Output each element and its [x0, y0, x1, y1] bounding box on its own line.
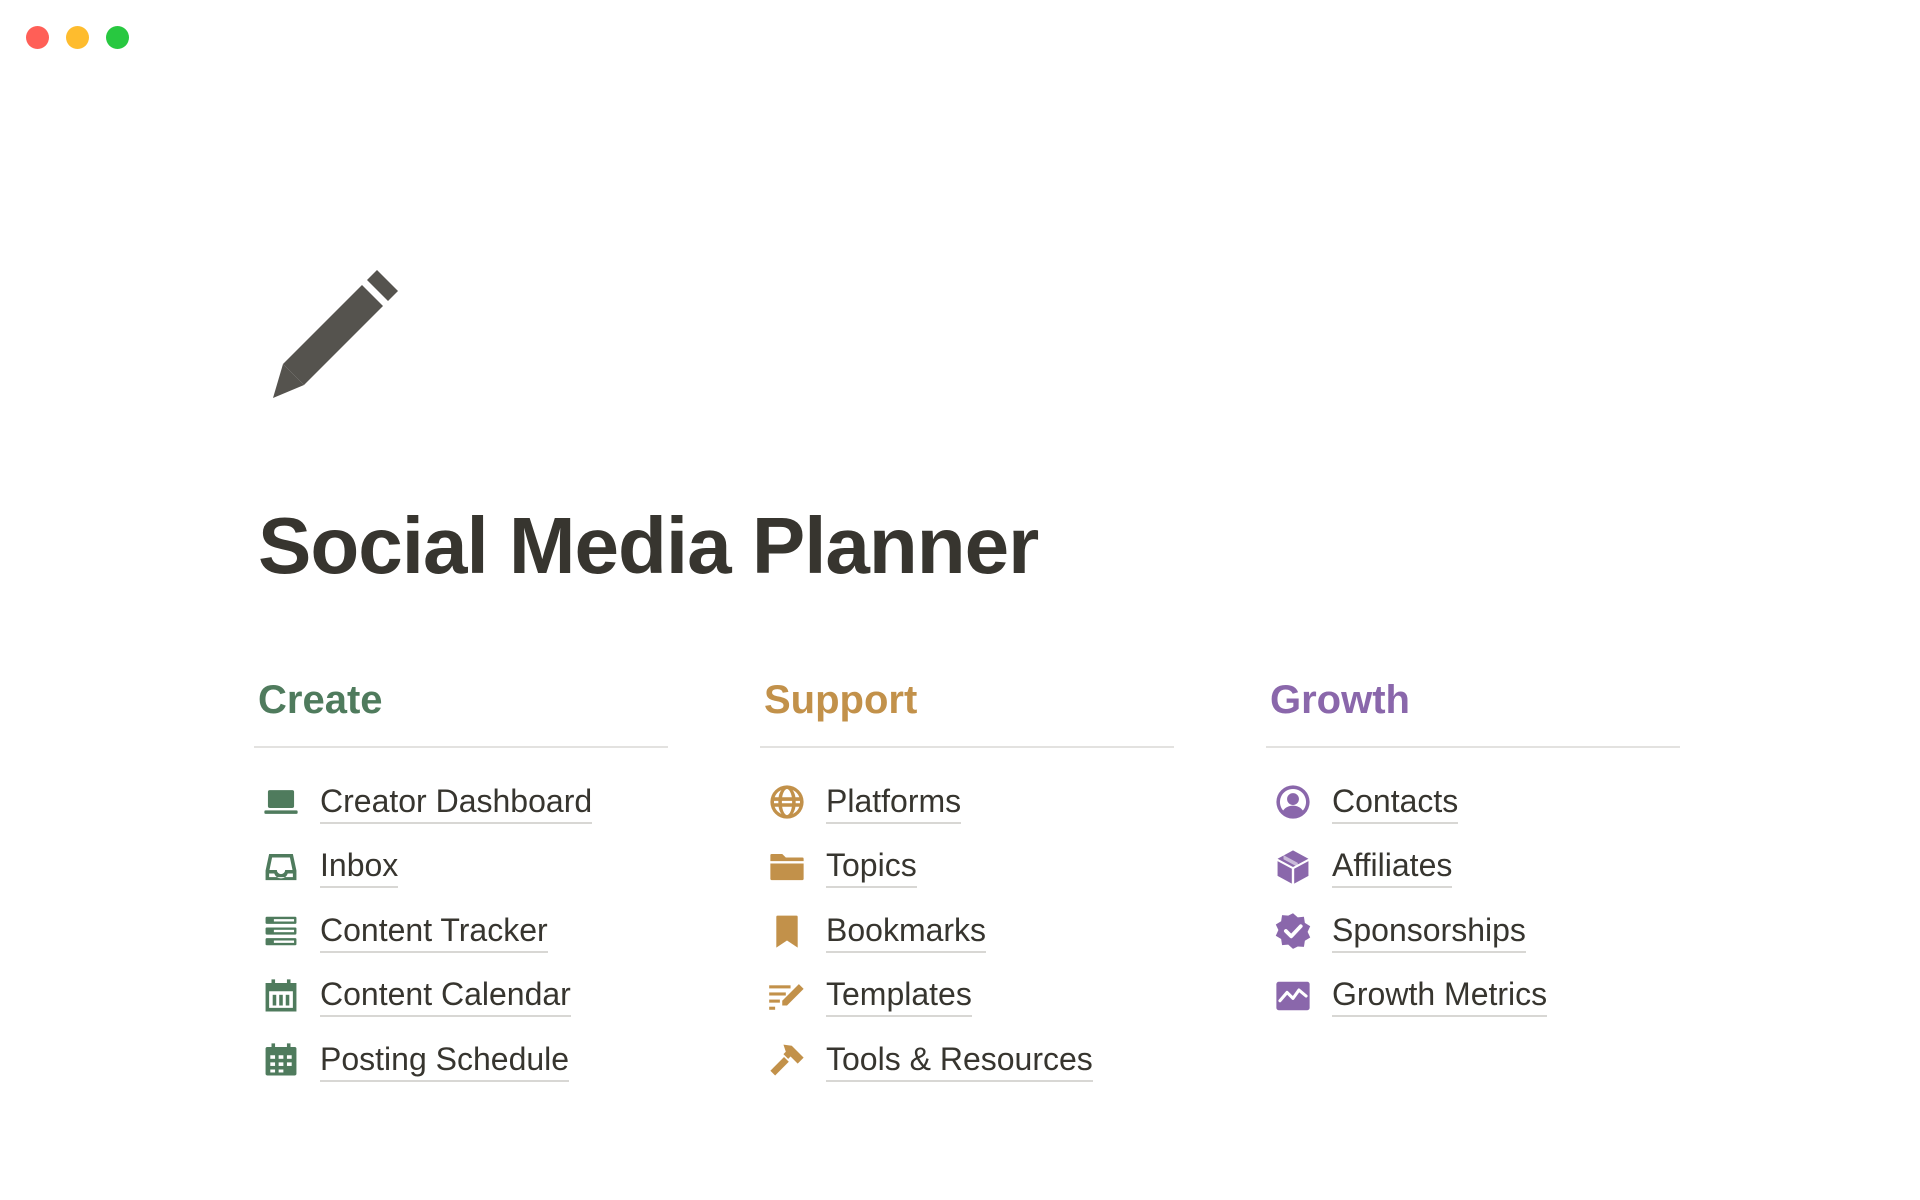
box-icon	[1274, 848, 1312, 886]
minimize-window-button[interactable]	[66, 26, 89, 49]
database-icon	[262, 912, 300, 950]
link-label: Topics	[826, 845, 917, 889]
link-label: Posting Schedule	[320, 1039, 570, 1082]
link-label: Growth Metrics	[1332, 974, 1548, 1018]
link-templates[interactable]: Templates	[760, 964, 1174, 1029]
column-support: Support Platforms Topics Bookmarks Templ…	[760, 672, 1174, 1093]
close-window-button[interactable]	[26, 26, 49, 49]
link-platforms[interactable]: Platforms	[760, 770, 1174, 835]
column-growth: Growth Contacts Affiliates Sponsorships …	[1266, 672, 1680, 1093]
hammer-icon	[768, 1041, 806, 1079]
inbox-icon	[262, 848, 300, 886]
column-heading-growth: Growth	[1270, 678, 1410, 722]
link-label: Content Tracker	[320, 910, 548, 953]
divider	[1266, 746, 1680, 748]
bookmark-icon	[768, 912, 806, 950]
link-topics[interactable]: Topics	[760, 835, 1174, 900]
link-label: Contacts	[1332, 781, 1459, 824]
calendar-grid-icon	[262, 1041, 300, 1079]
link-affiliates[interactable]: Affiliates	[1266, 835, 1680, 900]
pencil-icon[interactable]	[270, 270, 410, 410]
link-label: Creator Dashboard	[320, 781, 593, 824]
folder-icon	[768, 848, 806, 886]
link-list: Creator Dashboard Inbox Content Tracker	[254, 770, 668, 1093]
divider	[760, 746, 1174, 748]
link-bookmarks[interactable]: Bookmarks	[760, 899, 1174, 964]
calendar-icon	[262, 977, 300, 1015]
window-controls	[26, 26, 129, 49]
column-heading-support: Support	[764, 678, 918, 722]
link-columns: Create Creator Dashboard Inbox Content T…	[254, 672, 1680, 1093]
link-label: Bookmarks	[826, 910, 987, 953]
link-creator-dashboard[interactable]: Creator Dashboard	[254, 770, 668, 835]
column-heading-create: Create	[258, 678, 383, 722]
link-growth-metrics[interactable]: Growth Metrics	[1266, 964, 1680, 1029]
link-label: Affiliates	[1332, 845, 1453, 889]
link-posting-schedule[interactable]: Posting Schedule	[254, 1028, 668, 1093]
link-contacts[interactable]: Contacts	[1266, 770, 1680, 835]
list-edit-icon	[768, 977, 806, 1015]
zoom-window-button[interactable]	[106, 26, 129, 49]
divider	[254, 746, 668, 748]
link-label: Tools & Resources	[826, 1039, 1093, 1082]
link-list: Platforms Topics Bookmarks Templates Too…	[760, 770, 1174, 1093]
verified-badge-icon	[1274, 912, 1312, 950]
globe-icon	[768, 783, 806, 821]
user-circle-icon	[1274, 783, 1312, 821]
link-tools-resources[interactable]: Tools & Resources	[760, 1028, 1174, 1093]
chart-line-icon	[1274, 977, 1312, 1015]
link-sponsorships[interactable]: Sponsorships	[1266, 899, 1680, 964]
laptop-icon	[262, 783, 300, 821]
link-list: Contacts Affiliates Sponsorships Growth …	[1266, 770, 1680, 1028]
link-label: Content Calendar	[320, 974, 571, 1018]
column-create: Create Creator Dashboard Inbox Content T…	[254, 672, 668, 1093]
link-label: Sponsorships	[1332, 910, 1526, 953]
link-label: Templates	[826, 974, 972, 1018]
link-content-tracker[interactable]: Content Tracker	[254, 899, 668, 964]
link-content-calendar[interactable]: Content Calendar	[254, 964, 668, 1029]
link-label: Inbox	[320, 845, 399, 889]
link-inbox[interactable]: Inbox	[254, 835, 668, 900]
page-title: Social Media Planner	[258, 501, 1039, 590]
link-label: Platforms	[826, 781, 962, 824]
notion-window: Social Media Planner Create Creator Dash…	[0, 0, 1920, 1200]
